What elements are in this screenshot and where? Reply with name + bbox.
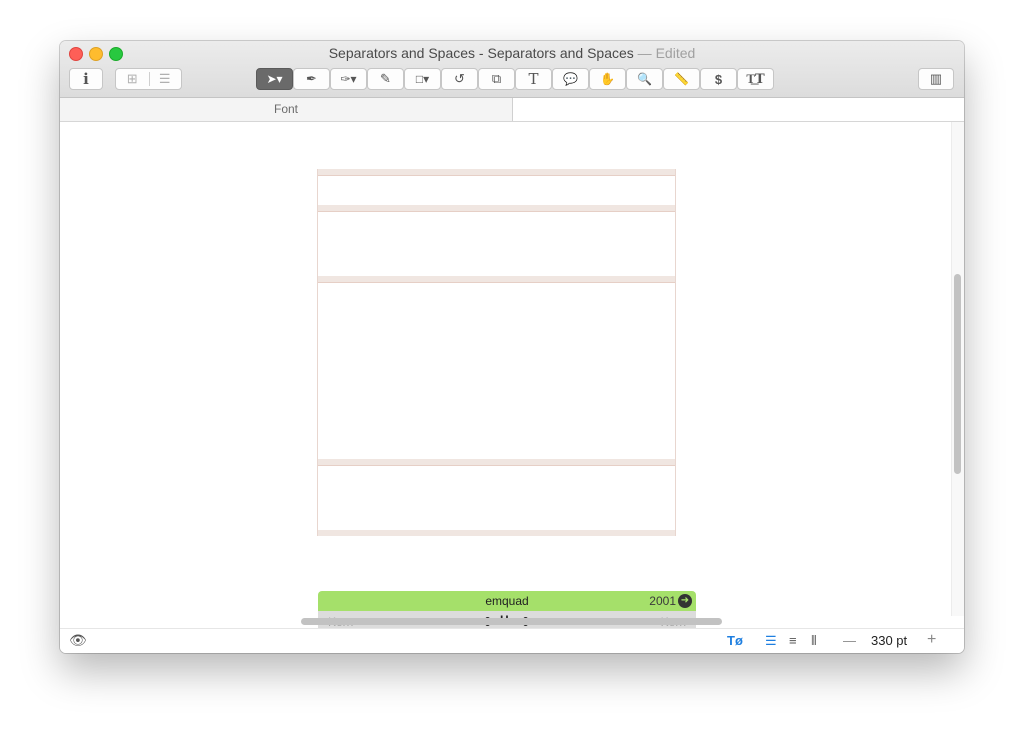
tab-empty[interactable] — [513, 98, 964, 121]
zoom-in-button[interactable]: + — [927, 631, 936, 649]
symbol-tool-icon: $ — [714, 71, 723, 87]
list-view-icon[interactable]: ☰ — [149, 71, 182, 87]
view-mode-segmented: ⊞ ☰ — [115, 68, 182, 90]
text-tool-button[interactable]: T — [515, 68, 552, 90]
select-tool-icon: ➤▾ — [266, 72, 283, 86]
draw-tool-icon: ✒ — [306, 71, 317, 86]
window-title: Separators and Spaces - Separators and S… — [60, 45, 964, 61]
align-left-icon[interactable]: ☰ — [765, 633, 777, 649]
window-title-separator: — — [633, 45, 656, 61]
rectangle-tool-icon: □▾ — [415, 72, 430, 86]
text-type-tool-icon: T͟T — [746, 72, 765, 87]
status-bar: 👁 Tø ☰ ≡ ⦀ — 330 pt + — [60, 628, 964, 653]
draw-tool-button[interactable]: ✒ — [293, 68, 330, 90]
window-title-status: Edited — [655, 45, 696, 61]
hand-tool-icon: ✋ — [600, 72, 615, 86]
select-tool-button[interactable]: ➤▾ — [256, 68, 293, 90]
glyph-unicode: 2001 — [649, 594, 676, 608]
metric-band-descender — [318, 530, 675, 536]
text-tool-icon[interactable]: Tø — [727, 633, 743, 648]
metric-line — [318, 465, 675, 466]
sidebar-toggle-button[interactable]: ▥ — [918, 68, 954, 90]
arrow-right-icon[interactable]: ➜ — [678, 594, 692, 608]
columns-icon[interactable]: ⦀ — [811, 633, 817, 649]
tab-bar: Font — [60, 98, 964, 122]
zoom-tool-button[interactable]: 🔍 — [626, 68, 663, 90]
horizontal-scroll-thumb[interactable] — [301, 618, 722, 625]
grid-view-icon[interactable]: ⊞ — [116, 71, 149, 87]
text-type-tool-button[interactable]: T͟T — [737, 68, 774, 90]
window-title-main: Separators and Spaces - Separators and S… — [328, 45, 634, 61]
rotate-tool-button[interactable]: ↺ — [441, 68, 478, 90]
glyph-column[interactable] — [317, 169, 676, 536]
pen-tool-icon: ✑▾ — [340, 72, 357, 86]
glyph-info-header: emquad 2001 ➜ — [318, 591, 696, 611]
tab-font[interactable]: Font — [60, 98, 513, 121]
text-tool-icon: T — [528, 70, 539, 88]
segment-divider — [149, 72, 150, 86]
symbol-tool-button[interactable]: $ — [700, 68, 737, 90]
scale-tool-icon: ⧉ — [491, 71, 502, 86]
pen-tool-button[interactable]: ✑▾ — [330, 68, 367, 90]
zoom-tool-icon: 🔍 — [637, 72, 652, 86]
app-window: Separators and Spaces - Separators and S… — [60, 41, 964, 653]
measure-tool-icon: 📏 — [674, 72, 689, 86]
vertical-scroll-thumb[interactable] — [954, 274, 961, 474]
glyph-name[interactable]: emquad — [318, 594, 696, 608]
zoom-out-button[interactable]: — — [843, 633, 856, 648]
pencil-tool-icon: ✎ — [380, 71, 391, 86]
sidebar-icon: ▥ — [929, 71, 943, 86]
align-right-icon[interactable]: ≡ — [789, 633, 797, 648]
edit-canvas[interactable]: emquad 2001 ➜ Kern 0 ‹H› 0 Kern emquad 1… — [60, 122, 951, 652]
metric-line — [318, 175, 675, 176]
pencil-tool-button[interactable]: ✎ — [367, 68, 404, 90]
annotation-tool-button[interactable]: 💬 — [552, 68, 589, 90]
annotation-tool-icon: 💬 — [563, 72, 578, 86]
info-button[interactable]: i — [69, 68, 103, 90]
rectangle-tool-button[interactable]: □▾ — [404, 68, 441, 90]
info-icon: i — [83, 70, 89, 88]
titlebar: Separators and Spaces - Separators and S… — [60, 41, 964, 98]
scale-tool-button[interactable]: ⧉ — [478, 68, 515, 90]
preview-eye-icon[interactable]: 👁 — [69, 632, 87, 649]
zoom-level[interactable]: 330 pt — [871, 633, 907, 648]
measure-tool-button[interactable]: 📏 — [663, 68, 700, 90]
rotate-tool-icon: ↺ — [454, 71, 465, 86]
metric-line — [318, 211, 675, 212]
hand-tool-button[interactable]: ✋ — [589, 68, 626, 90]
metric-line — [318, 282, 675, 283]
